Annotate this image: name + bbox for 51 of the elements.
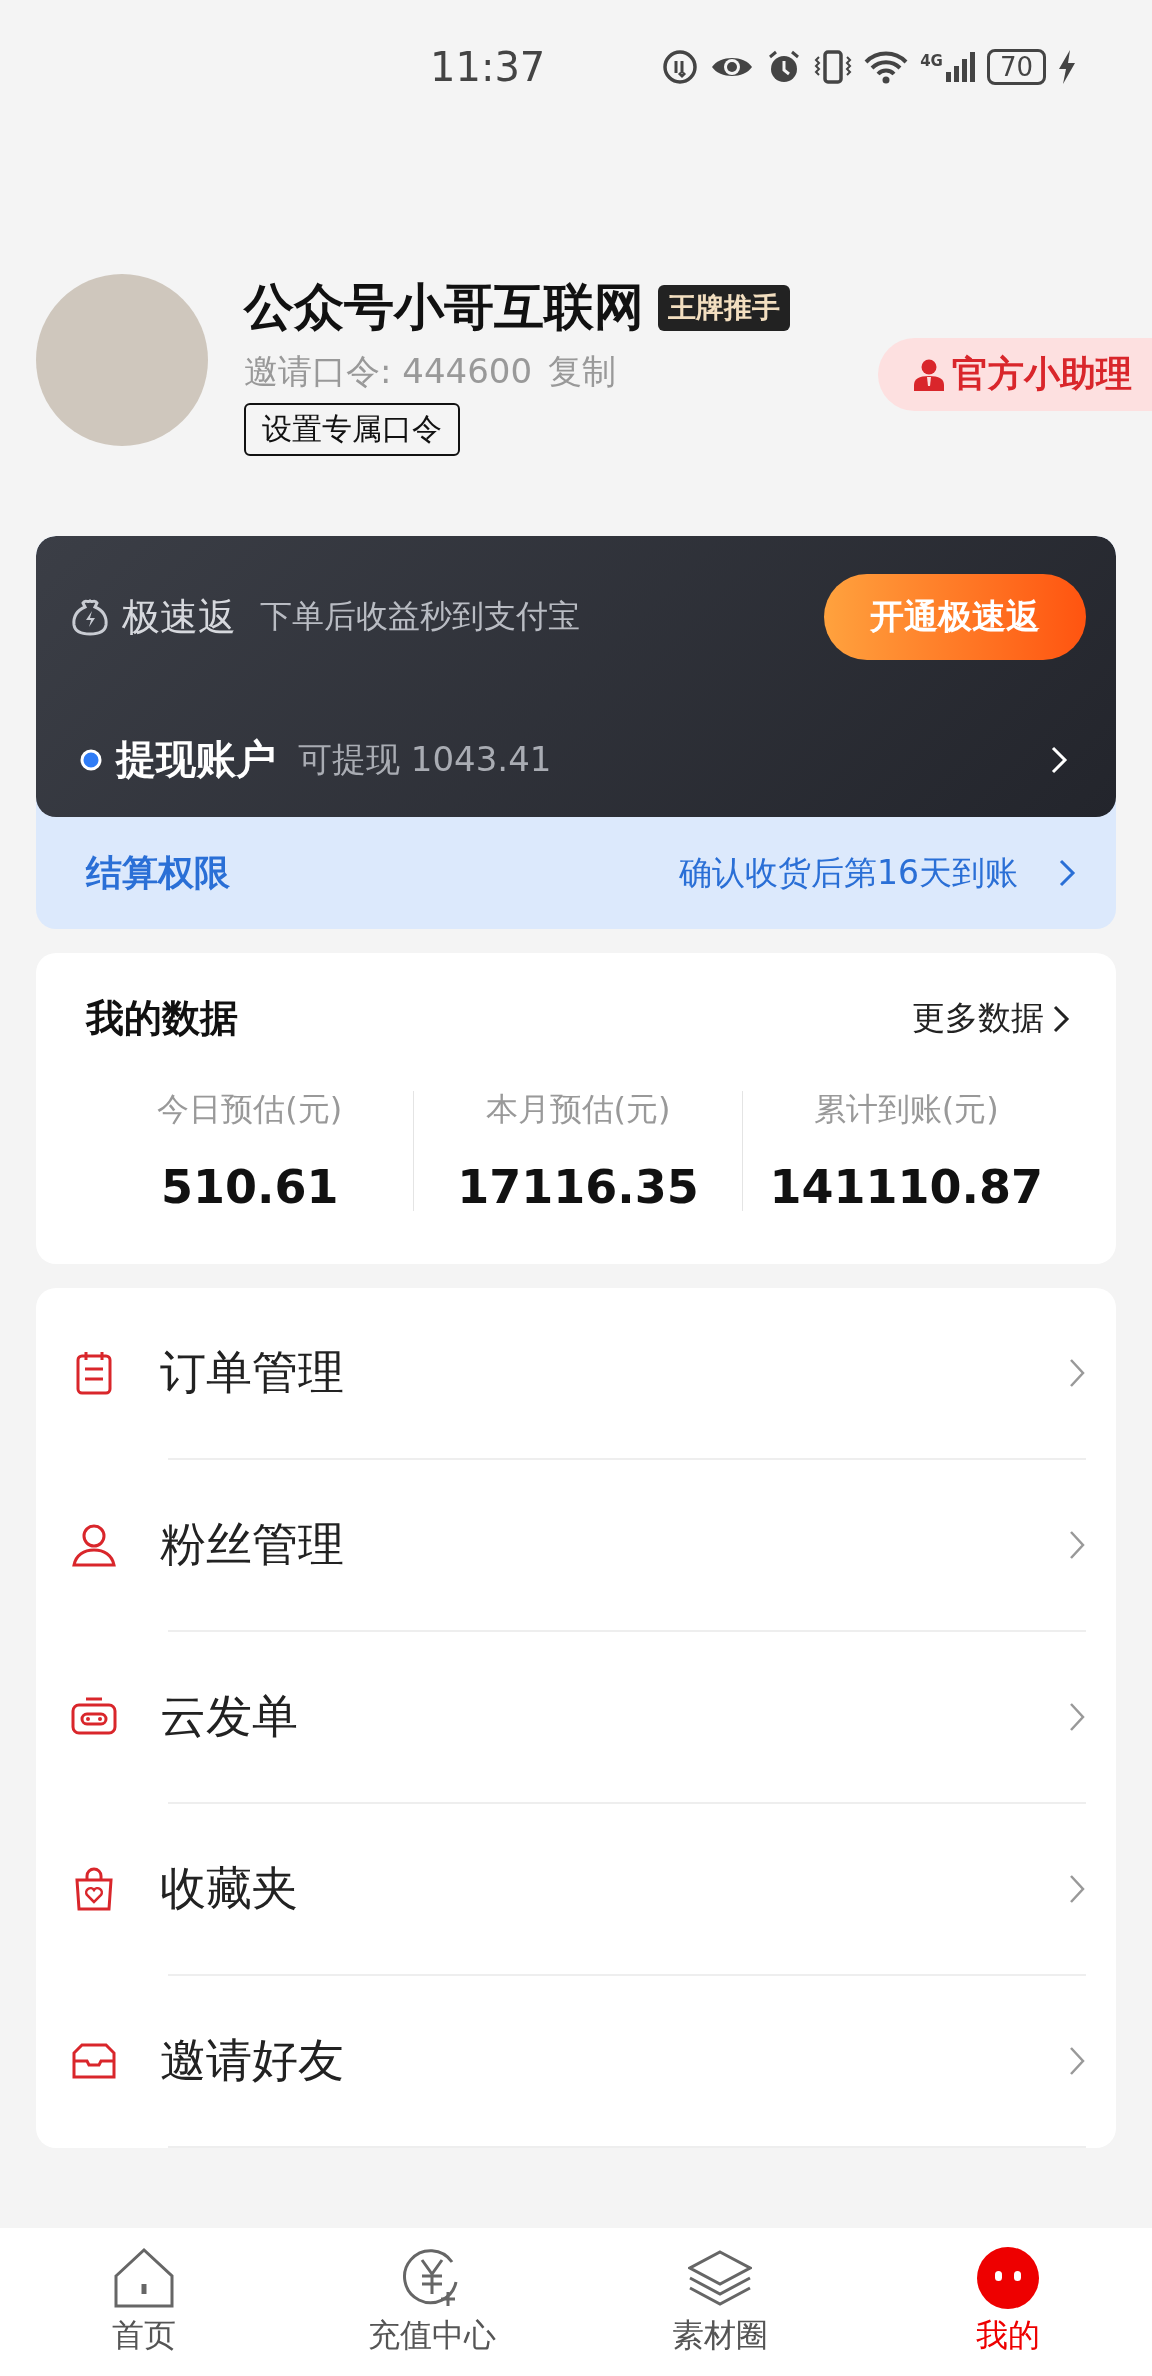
- chevron-icon: [1068, 1701, 1086, 1733]
- vibrate-icon: [814, 49, 853, 85]
- signal-icon: [944, 52, 975, 82]
- chevron-icon: [1058, 858, 1076, 888]
- stat-label: 今日预估(元): [157, 1089, 343, 1130]
- battery-level: 70: [986, 49, 1046, 85]
- menu-item[interactable]: 邀请好友: [70, 1976, 1086, 2146]
- data-saver-icon: [662, 49, 699, 85]
- network-type: 4G: [920, 52, 943, 70]
- chevron-icon: [1068, 1357, 1086, 1389]
- stat-value: 17116.35: [457, 1160, 699, 1214]
- menu-item[interactable]: 订单管理: [70, 1288, 1086, 1458]
- rank-badge: 王牌推手: [658, 284, 790, 331]
- invite-code: 邀请口令: 444600: [244, 350, 533, 393]
- stat-value: 141110.87: [769, 1160, 1044, 1214]
- data-title: 我的数据: [86, 995, 238, 1042]
- user-name: 公众号小哥互联网: [244, 277, 644, 338]
- more-data-link[interactable]: 更多数据: [912, 996, 1070, 1041]
- menu-item[interactable]: 收藏夹: [70, 1804, 1086, 1974]
- face-icon: [976, 2246, 1040, 2310]
- chevron-icon: [1052, 1003, 1070, 1034]
- menu-item[interactable]: 粉丝管理: [70, 1460, 1086, 1630]
- settlement-title: 结算权限: [86, 850, 230, 895]
- home-icon: [112, 2246, 176, 2310]
- status-time: 11:37: [430, 44, 546, 90]
- set-code-button[interactable]: 设置专属口令: [244, 403, 460, 456]
- menu-item[interactable]: 云发单: [70, 1632, 1086, 1802]
- stat-label: 累计到账(元): [813, 1089, 999, 1130]
- wifi-icon: [864, 50, 909, 84]
- chevron-icon: [1050, 744, 1068, 775]
- helper-button[interactable]: 官方小助理: [878, 338, 1152, 411]
- dot-icon: [80, 748, 102, 771]
- fast-return-title: 极速返: [122, 593, 236, 641]
- stat-label: 本月预估(元): [485, 1089, 671, 1130]
- stat-value: 510.61: [160, 1160, 339, 1214]
- fast-return-subtitle: 下单后收益秒到支付宝: [260, 596, 580, 637]
- settlement-note: 确认收货后第16天到账: [679, 851, 1018, 894]
- chevron-icon: [1068, 2045, 1086, 2077]
- withdrawable-amount: 可提现 1043.41: [298, 737, 552, 781]
- withdraw-title: 提现账户: [116, 735, 276, 784]
- chevron-icon: [1068, 1529, 1086, 1561]
- tab-item[interactable]: 素材圈: [576, 2228, 864, 2376]
- person-icon: [914, 358, 944, 391]
- charging-icon: [1058, 50, 1076, 84]
- lightning-bag-icon: [70, 597, 110, 637]
- chevron-icon: [1068, 1873, 1086, 1905]
- settlement-bar[interactable]: 结算权限 确认收货后第16天到账: [36, 817, 1116, 929]
- tab-item[interactable]: 首页: [0, 2228, 288, 2376]
- tab-item[interactable]: 我的: [864, 2228, 1152, 2376]
- tab-item[interactable]: 充值中心: [288, 2228, 576, 2376]
- withdraw-row[interactable]: 提现账户 可提现 1043.41: [70, 732, 1068, 787]
